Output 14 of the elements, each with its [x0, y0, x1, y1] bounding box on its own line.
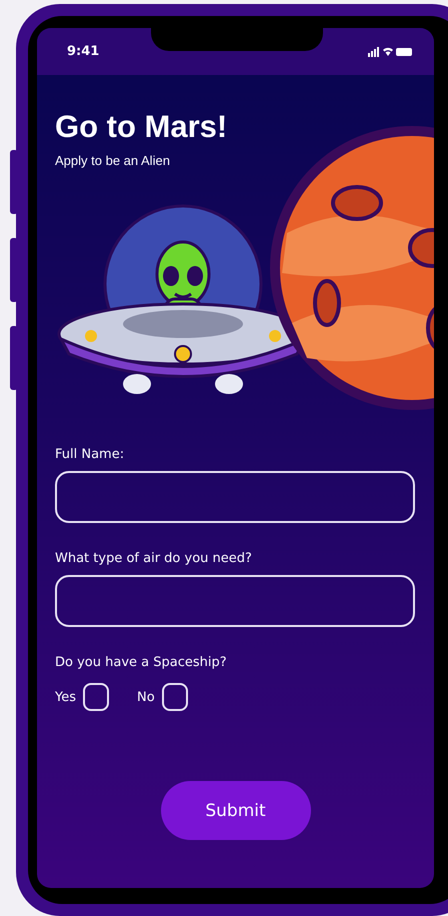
option-label: No	[137, 690, 155, 704]
submit-button[interactable]: Submit	[160, 781, 310, 840]
field-label: Full Name:	[55, 447, 126, 462]
page-subtitle: Apply to be an Alien	[55, 153, 171, 168]
option-label: Yes	[55, 690, 76, 704]
question-label: Do you have a Spaceship?	[55, 655, 228, 670]
input-field[interactable]	[55, 471, 415, 523]
field-label: What type of air do you need?	[55, 551, 253, 566]
status-time: 9:41	[67, 44, 100, 59]
checkbox[interactable]	[162, 683, 188, 711]
checkbox[interactable]	[83, 683, 109, 711]
input-field[interactable]	[55, 575, 415, 627]
status-icons	[368, 46, 412, 57]
page-title: Go to Mars!	[55, 109, 228, 145]
